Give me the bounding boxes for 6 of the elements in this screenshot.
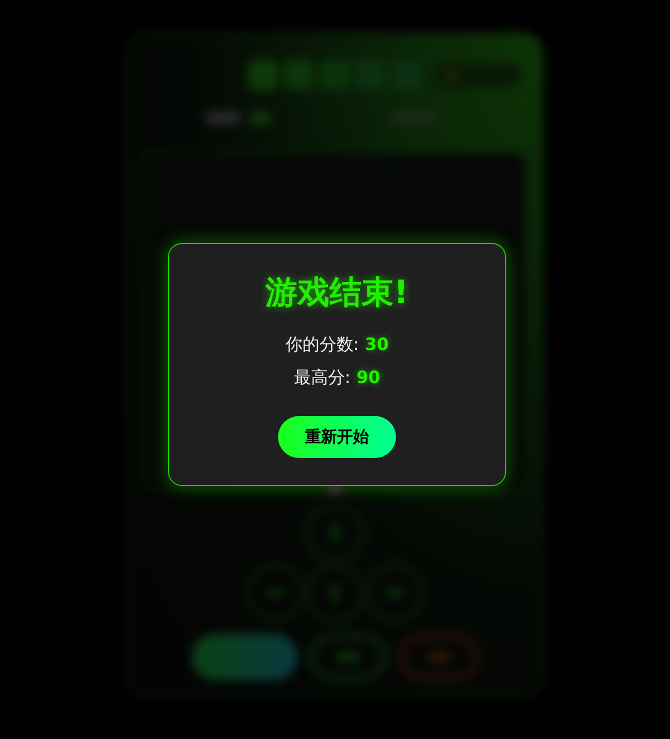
stat-value: 30 bbox=[365, 334, 389, 357]
stat-label: 最高分: bbox=[294, 367, 351, 390]
dialog-title: 游戏结束! bbox=[266, 272, 408, 312]
stat-label: 你的分数: bbox=[285, 334, 360, 357]
restart-button[interactable]: 重新开始 bbox=[278, 416, 396, 458]
stat-value: 90 bbox=[356, 367, 380, 390]
